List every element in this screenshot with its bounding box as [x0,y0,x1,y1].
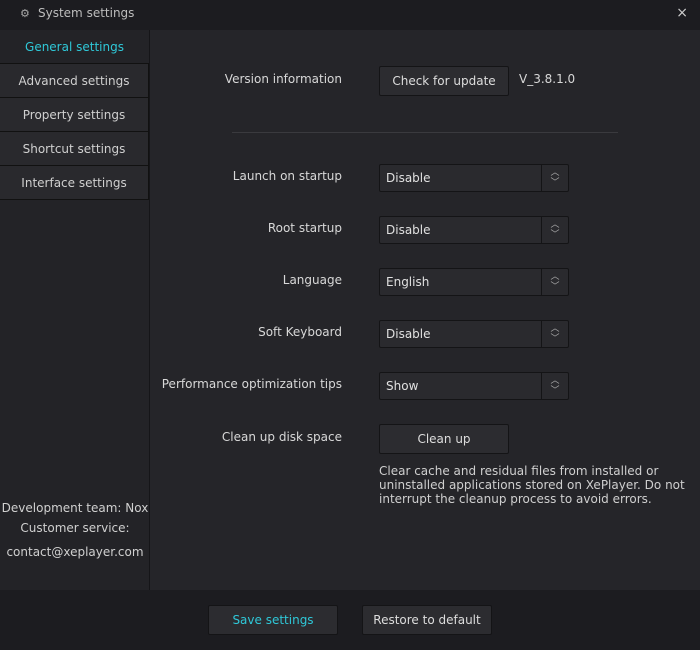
footer-bar: Save settings Restore to default [0,590,700,650]
sidebar-item-general[interactable]: General settings [0,30,149,64]
perf-value: Show [386,379,419,393]
chevron-updown-icon[interactable]: ︿ ﹀ [541,217,568,243]
launch-value: Disable [386,171,431,185]
sidebar-item-shortcut[interactable]: Shortcut settings [0,132,149,166]
sidebar-item-interface[interactable]: Interface settings [0,166,149,200]
language-select[interactable]: English ︿ ﹀ [379,268,569,296]
perf-label: Performance optimization tips [161,377,342,391]
keyboard-value: Disable [386,327,431,341]
launch-label: Launch on startup [232,169,342,183]
contact-info: Development team: Nox Customer service: … [0,498,150,562]
cleanup-description: Clear cache and residual files from inst… [379,464,685,506]
close-icon[interactable]: × [676,5,688,21]
cleanup-button[interactable]: Clean up [379,424,509,454]
check-update-button[interactable]: Check for update [379,66,509,96]
gear-icon: ⚙ [20,7,30,20]
save-settings-button[interactable]: Save settings [208,605,338,635]
sidebar-item-advanced[interactable]: Advanced settings [0,64,149,98]
general-settings-panel: Version information Check for update V_3… [151,30,700,590]
divider [232,132,618,133]
launch-select[interactable]: Disable ︿ ﹀ [379,164,569,192]
window-title: System settings [38,6,135,20]
root-label: Root startup [267,221,342,235]
chevron-updown-icon[interactable]: ︿ ﹀ [541,373,568,399]
sidebar-item-property[interactable]: Property settings [0,98,149,132]
chevron-updown-icon[interactable]: ︿ ﹀ [541,269,568,295]
chevron-updown-icon[interactable]: ︿ ﹀ [541,165,568,191]
version-value: V_3.8.1.0 [519,72,576,86]
restore-default-button[interactable]: Restore to default [362,605,492,635]
root-select[interactable]: Disable ︿ ﹀ [379,216,569,244]
contact-email: contact@xeplayer.com [6,545,144,559]
chevron-updown-icon[interactable]: ︿ ﹀ [541,321,568,347]
version-label: Version information [224,72,342,86]
language-label: Language [282,273,342,287]
keyboard-select[interactable]: Disable ︿ ﹀ [379,320,569,348]
cleanup-label: Clean up disk space [221,430,342,444]
language-value: English [386,275,430,289]
customer-service: Customer service: [20,521,130,535]
keyboard-label: Soft Keyboard [258,325,342,339]
root-value: Disable [386,223,431,237]
dev-team: Development team: Nox [1,501,149,515]
perf-select[interactable]: Show ︿ ﹀ [379,372,569,400]
sidebar: General settings Advanced settings Prope… [0,30,150,590]
title-bar: ⚙ System settings × [0,0,700,30]
